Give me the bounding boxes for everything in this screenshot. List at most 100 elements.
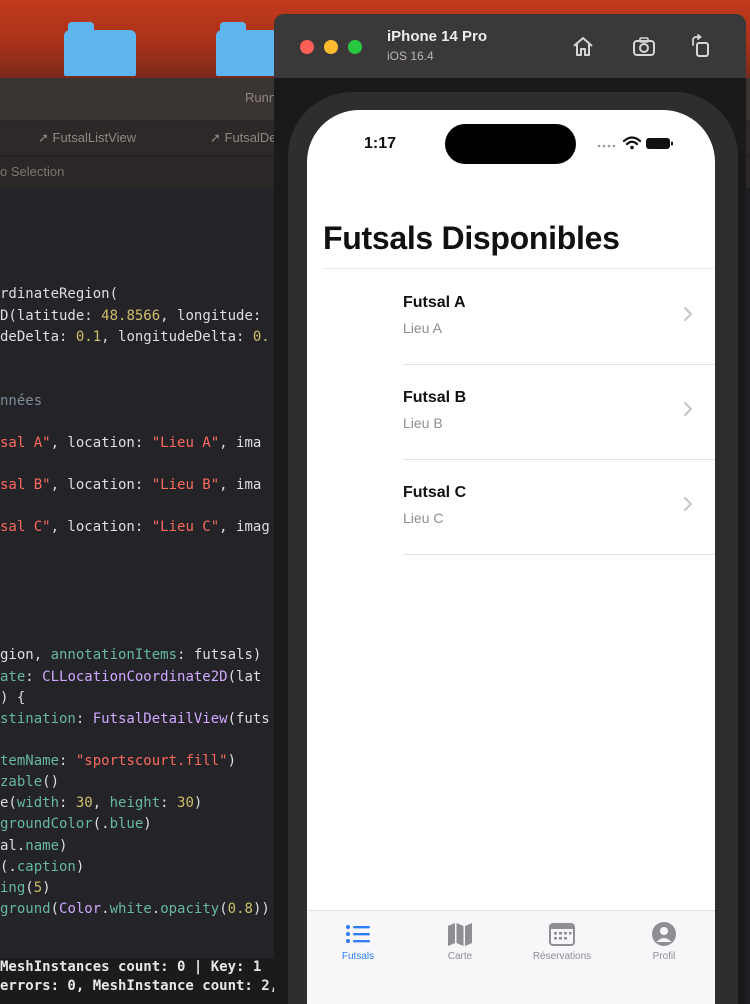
code-token: ate	[0, 669, 26, 685]
battery-icon	[646, 138, 673, 149]
code-token: :	[25, 669, 43, 685]
code-token: 0.8	[227, 901, 253, 917]
code-token: 5	[33, 880, 43, 896]
debug-console: MeshInstances count: 0 | Key: 1 errors: 0…	[0, 958, 300, 1004]
chevron-right-icon	[684, 307, 692, 321]
code-line: ground(Color.white.opacity(0.8))	[0, 901, 270, 917]
divider	[323, 268, 715, 269]
code-line: sal C", location: "Lieu C", imag	[0, 519, 270, 535]
code-token: caption	[16, 859, 76, 875]
breadcrumb-label: o Selection	[0, 164, 65, 179]
code-line: ing(5)	[0, 880, 51, 896]
code-token: )	[193, 795, 203, 811]
code-token: ground	[0, 901, 51, 917]
code-token: height	[109, 795, 161, 811]
code-token: , location:	[50, 435, 152, 451]
device-name: iPhone 14 Pro	[387, 28, 488, 45]
tab-label: FutsalDet	[224, 130, 281, 145]
tab-futsal-detail-view[interactable]: ➚ FutsalDet	[210, 130, 280, 146]
list-item-futsal-a[interactable]: Futsal A Lieu A	[307, 270, 715, 365]
chevron-right-icon	[684, 402, 692, 416]
list-item-futsal-b[interactable]: Futsal B Lieu B	[307, 365, 715, 460]
code-token: 30	[75, 795, 93, 811]
code-token: (	[25, 880, 34, 896]
code-line: D(latitude: 48.8566, longitude:	[0, 308, 261, 324]
code-token: sal A"	[0, 435, 51, 451]
futsal-name: Futsal A	[403, 294, 466, 311]
folder-icon[interactable]	[64, 22, 136, 76]
tab-futsal-list-view[interactable]: ➚ FutsalListView	[38, 130, 136, 146]
code-token: width	[16, 795, 60, 811]
code-token: .	[151, 901, 161, 917]
code-token: (.	[92, 816, 110, 832]
wifi-icon	[622, 136, 642, 150]
code-token: )	[75, 859, 85, 875]
code-token: ing	[0, 880, 26, 896]
code-token: gion,	[0, 647, 51, 663]
code-token: (futs	[227, 711, 270, 727]
screenshot-icon[interactable]	[631, 34, 657, 60]
tab-carte[interactable]: Carte	[409, 911, 511, 971]
code-line: groundColor(.blue)	[0, 816, 152, 832]
code-token: blue	[109, 816, 144, 832]
code-token: 30	[177, 795, 194, 811]
code-token: :	[75, 711, 93, 727]
status-time: 1:17	[364, 135, 397, 152]
tab-futsals[interactable]: Futsals	[307, 911, 409, 971]
code-token: deDelta:	[0, 329, 76, 345]
code-token: e(	[0, 795, 17, 811]
code-token: D(latitude:	[0, 308, 102, 324]
tab-label: Carte	[447, 951, 473, 962]
code-token: nnées	[0, 393, 43, 409]
futsal-name: Futsal C	[403, 484, 467, 501]
code-token: :	[59, 795, 76, 811]
code-line: rdinateRegion(	[0, 286, 118, 302]
code-line: nnées	[0, 393, 42, 409]
map-icon	[448, 923, 472, 946]
code-line: deDelta: 0.1, longitudeDelta: 0.	[0, 329, 270, 345]
home-icon[interactable]	[570, 34, 596, 60]
code-token: ()	[42, 774, 60, 790]
code-token: sal C"	[0, 519, 51, 535]
code-token: (lat	[227, 669, 262, 685]
list-item-futsal-c[interactable]: Futsal C Lieu C	[307, 460, 715, 555]
code-line: ) {	[0, 690, 25, 706]
page-title: Futsals Disponibles	[323, 220, 620, 256]
code-token: stination	[0, 711, 76, 727]
code-token: "Lieu C"	[151, 519, 220, 535]
code-line: e(width: 30, height: 30)	[0, 795, 202, 811]
code-token: , location:	[50, 477, 152, 493]
code-token: : futsals)	[177, 647, 262, 663]
divider	[403, 554, 715, 555]
code-token: 0.1	[75, 329, 102, 345]
code-token: groundColor	[0, 816, 93, 832]
tab-reservations[interactable]: Réservations	[511, 911, 613, 971]
iphone-screen: 1:17 Futsals Disponibles Futsal A Lieu A…	[307, 110, 715, 1004]
code-token: opacity	[160, 901, 220, 917]
rotate-icon[interactable]	[688, 34, 714, 60]
code-token: )	[59, 838, 68, 854]
swift-file-icon: ➚	[210, 130, 225, 145]
code-line: zable()	[0, 774, 59, 790]
code-token: white	[109, 901, 152, 917]
code-token: rdinateRegion(	[0, 286, 119, 302]
code-line: sal A", location: "Lieu A", ima	[0, 435, 261, 451]
tab-profil[interactable]: Profil	[613, 911, 715, 971]
tab-bar: Futsals Carte Réservations Profil	[307, 910, 715, 1004]
code-line: sal B", location: "Lieu B", ima	[0, 477, 261, 493]
code-token: , location:	[50, 519, 152, 535]
code-editor[interactable]: rdinateRegion( D(latitude: 48.8566, longi…	[0, 188, 300, 958]
code-line: ate: CLLocationCoordinate2D(lat	[0, 669, 261, 685]
person-icon	[652, 922, 676, 946]
close-window-button[interactable]	[300, 40, 314, 54]
code-token: (	[219, 901, 228, 917]
code-token: 0.	[252, 329, 270, 345]
code-token: , longitude:	[160, 308, 262, 324]
code-line: gion, annotationItems: futsals)	[0, 647, 261, 663]
dynamic-island	[445, 124, 576, 164]
code-token: ) {	[0, 690, 26, 706]
minimize-window-button[interactable]	[324, 40, 338, 54]
code-token: , imag	[219, 519, 270, 535]
tab-label: Futsals	[341, 951, 375, 962]
zoom-window-button[interactable]	[348, 40, 362, 54]
